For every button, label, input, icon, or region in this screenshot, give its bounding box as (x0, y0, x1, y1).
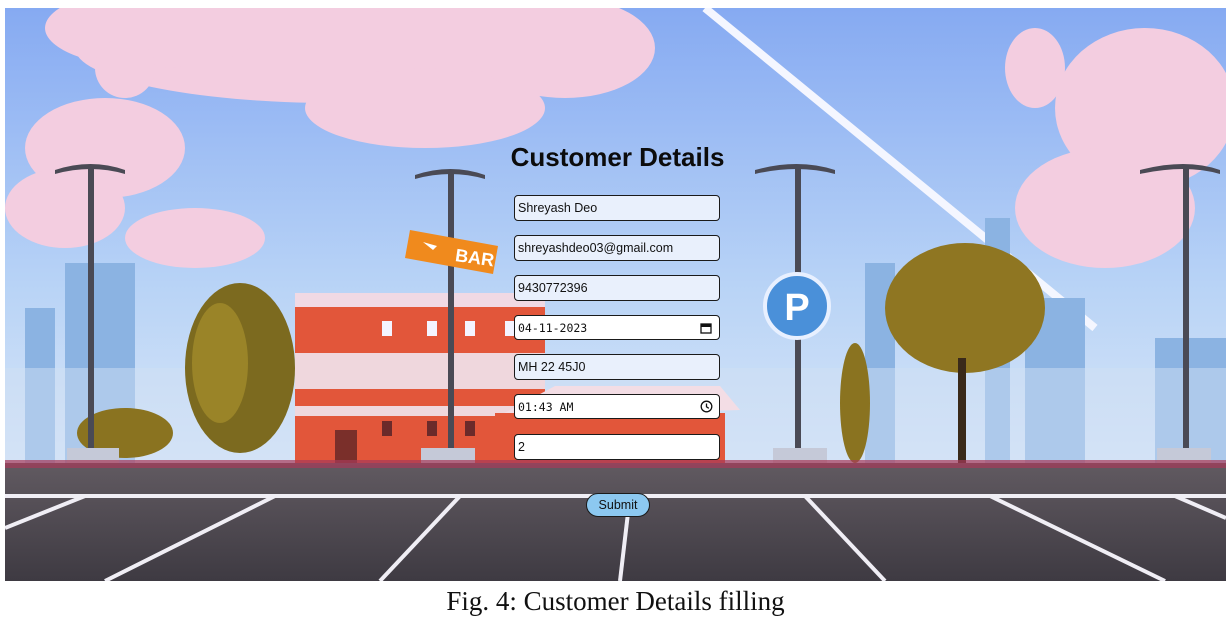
phone-input[interactable]: 9430772396 (514, 275, 720, 301)
vehicle-number-input[interactable]: MH 22 45J0 (514, 354, 720, 380)
hours-value: 2 (518, 440, 525, 454)
email-input[interactable]: shreyashdeo03@gmail.com (514, 235, 720, 261)
email-value: shreyashdeo03@gmail.com (518, 241, 674, 255)
vehicle-number-value: MH 22 45J0 (518, 360, 586, 374)
form-title: Customer Details (510, 142, 725, 172)
submit-button[interactable]: Submit (586, 493, 650, 517)
clock-icon[interactable] (699, 400, 713, 414)
name-value: Shreyash Deo (518, 201, 598, 215)
calendar-icon[interactable] (699, 321, 713, 335)
time-input[interactable]: 01:43 AM (514, 394, 720, 419)
phone-value: 9430772396 (518, 281, 588, 295)
app-screenshot: BAR P Customer Details Shreyash Deo shre… (5, 8, 1226, 581)
hours-input[interactable]: 2 (514, 434, 720, 460)
svg-text:P: P (784, 287, 809, 329)
figure-caption: Fig. 4: Customer Details filling (446, 586, 785, 616)
parking-sign: P (763, 272, 831, 340)
date-value: 04-11-2023 (518, 320, 588, 335)
name-input[interactable]: Shreyash Deo (514, 195, 720, 221)
time-value: 01:43 AM (518, 399, 574, 414)
date-input[interactable]: 04-11-2023 (514, 315, 720, 340)
